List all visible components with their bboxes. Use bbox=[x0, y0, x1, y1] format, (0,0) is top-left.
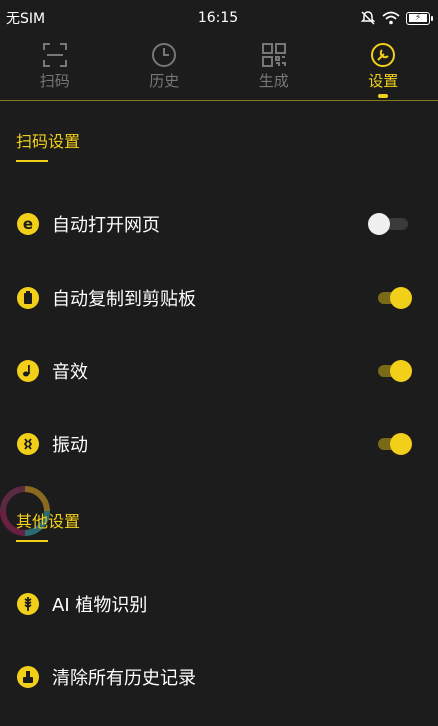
section-underline bbox=[16, 540, 48, 542]
setting-row-vibrate[interactable]: 振动 bbox=[0, 424, 438, 464]
settings-icon bbox=[371, 43, 396, 67]
tab-label: 设置 bbox=[368, 72, 399, 90]
setting-row-auto-open-web[interactable]: e 自动打开网页 bbox=[0, 204, 438, 244]
setting-label: 音效 bbox=[52, 362, 88, 383]
toggle-auto-open-web[interactable] bbox=[368, 213, 412, 235]
setting-label: 清除所有历史记录 bbox=[52, 668, 196, 689]
setting-label: 自动打开网页 bbox=[52, 215, 160, 236]
tab-label: 生成 bbox=[258, 72, 289, 90]
section-title-scan: 扫码设置 bbox=[16, 132, 81, 151]
setting-row-clear-history[interactable]: 清除所有历史记录 bbox=[0, 657, 438, 697]
setting-label: 振动 bbox=[52, 435, 88, 456]
status-time: 16:15 bbox=[197, 10, 239, 26]
status-icons: ⚡ bbox=[290, 10, 438, 26]
tab-history[interactable]: 历史 bbox=[110, 36, 220, 100]
carrier-label: 无SIM bbox=[6, 11, 46, 27]
battery-icon: ⚡ bbox=[405, 11, 433, 25]
active-tab-indicator bbox=[378, 94, 389, 98]
setting-row-plant-id[interactable]: AI 植物识别 bbox=[0, 584, 438, 624]
scan-icon bbox=[42, 43, 67, 67]
setting-label: 自动复制到剪贴板 bbox=[52, 289, 196, 310]
mute-icon bbox=[360, 11, 376, 25]
section-title-other: 其他设置 bbox=[16, 512, 81, 531]
tab-scan[interactable]: 扫码 bbox=[0, 36, 110, 100]
sound-icon bbox=[16, 359, 40, 383]
plant-icon bbox=[16, 592, 40, 616]
tab-generate[interactable]: 生成 bbox=[219, 36, 329, 100]
toggle-vibrate[interactable] bbox=[372, 433, 412, 455]
clear-history-icon bbox=[16, 665, 40, 689]
vibrate-icon bbox=[16, 432, 40, 456]
svg-text:e: e bbox=[23, 215, 33, 233]
clock-icon bbox=[152, 43, 177, 67]
clipboard-icon bbox=[16, 286, 40, 310]
setting-row-auto-copy[interactable]: 自动复制到剪贴板 bbox=[0, 278, 438, 318]
tab-label: 历史 bbox=[149, 72, 180, 90]
section-underline bbox=[16, 160, 48, 162]
status-bar: 无SIM 16:15 ⚡ bbox=[0, 0, 438, 36]
tab-settings[interactable]: 设置 bbox=[329, 36, 438, 100]
browser-e-icon: e bbox=[16, 212, 40, 236]
qrcode-icon bbox=[261, 43, 286, 67]
setting-row-sound[interactable]: 音效 bbox=[0, 351, 438, 391]
wifi-icon bbox=[382, 11, 400, 25]
tab-bar: 扫码 历史 生成 设置 bbox=[0, 36, 438, 101]
tab-label: 扫码 bbox=[39, 72, 70, 90]
toggle-auto-copy[interactable] bbox=[372, 287, 412, 309]
setting-label: AI 植物识别 bbox=[52, 595, 148, 616]
toggle-sound[interactable] bbox=[372, 360, 412, 382]
